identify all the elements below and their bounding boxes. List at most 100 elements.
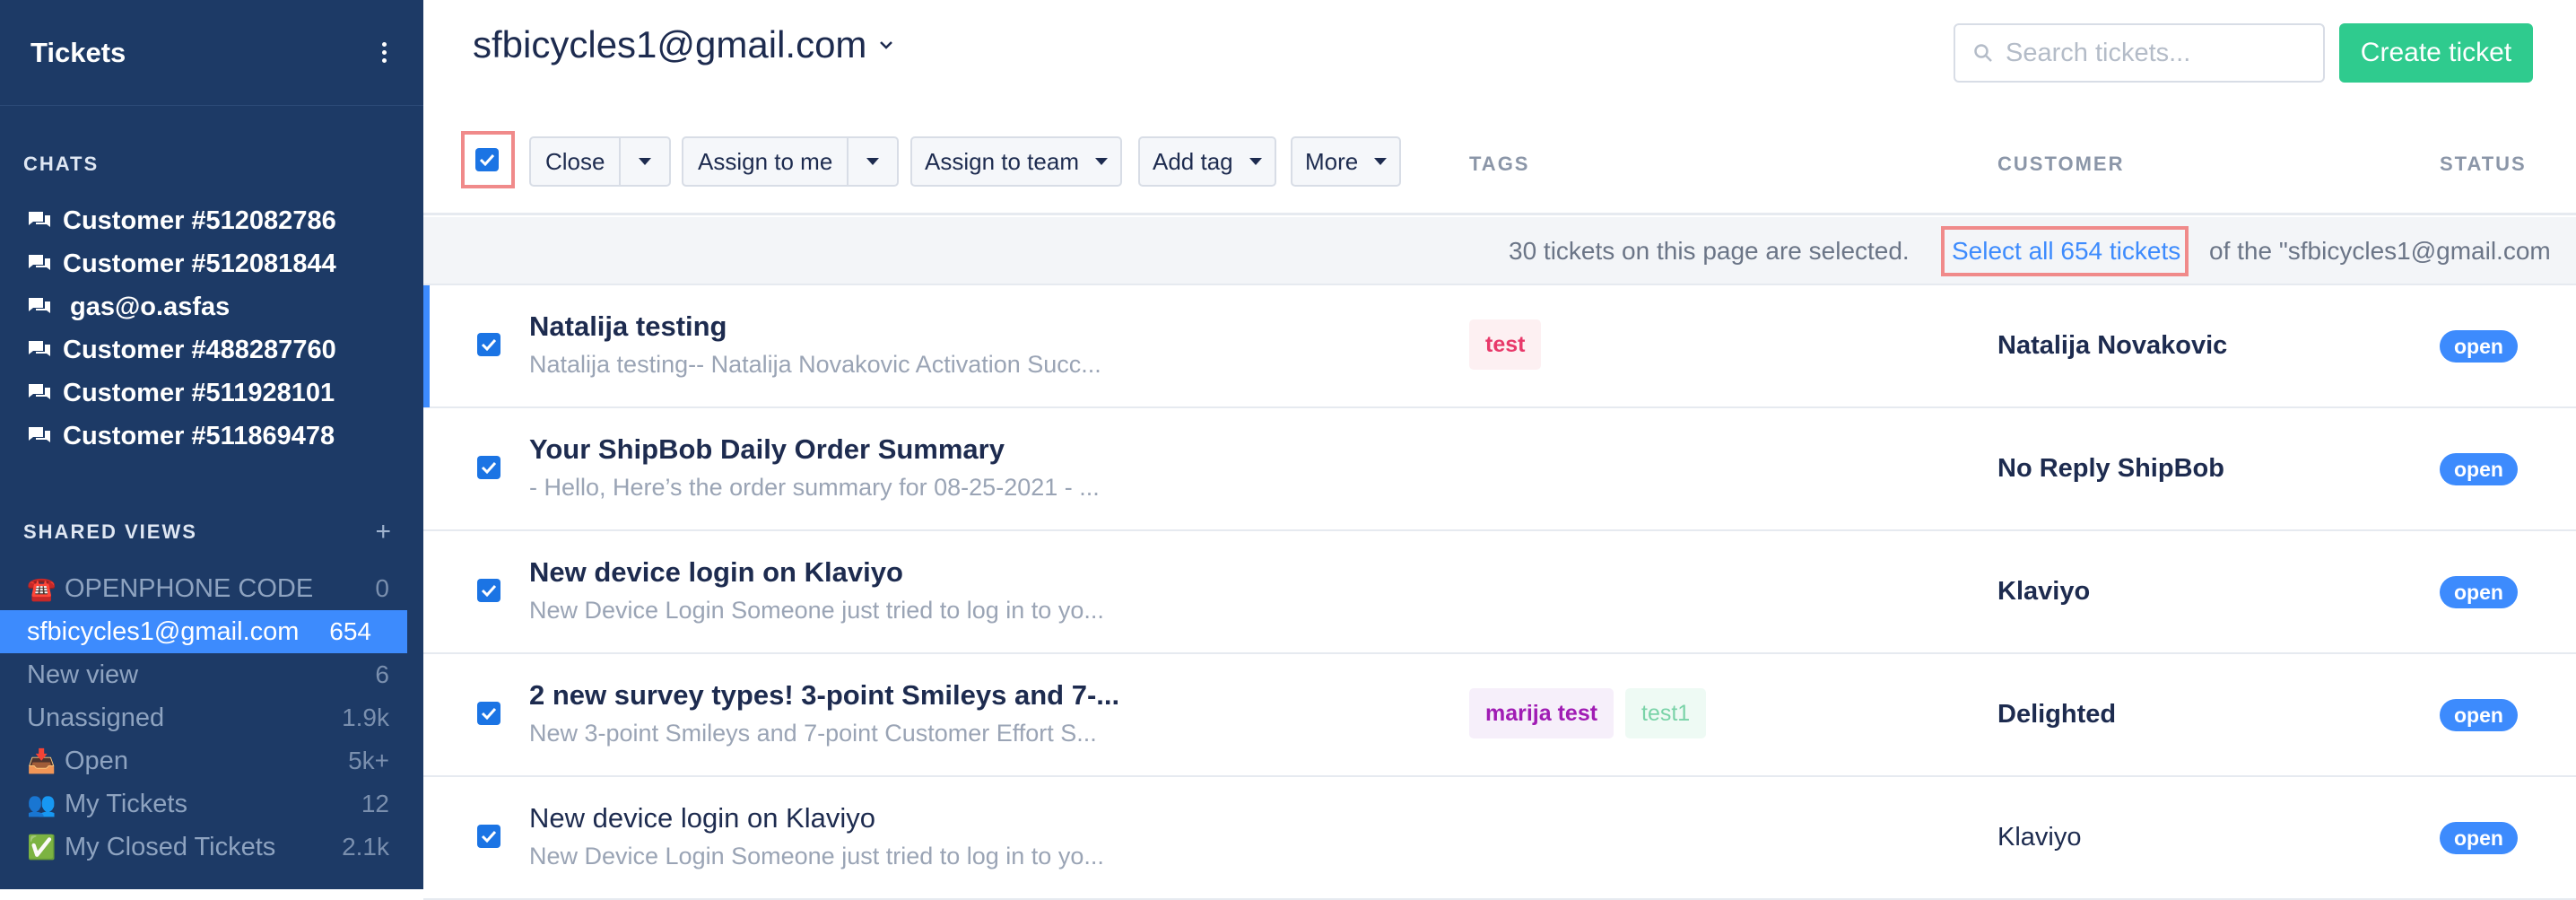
view-label: OPENPHONE CODE [65,573,314,603]
close-button-group: Close [529,136,672,187]
selection-info-bar: 30 tickets on this page are selected. Se… [423,217,2576,285]
tag-badge: test [1469,319,1542,370]
caret-down-icon [1374,158,1388,165]
more-options-icon[interactable] [375,42,393,63]
ticket-row[interactable]: 2 new survey types! 3-point Smileys and … [423,654,2576,777]
customer-name: Natalija Novakovic [1997,331,2228,360]
ticket-snippet: Natalija testing-- Natalija Novakovic Ac… [529,351,1101,378]
check-icon [481,830,497,843]
row-checkbox[interactable] [477,825,500,848]
ticket-row[interactable]: New device login on Klaviyo New Device L… [423,777,2576,900]
chat-item[interactable]: Customer #511869478 [0,415,423,458]
view-label: Unassigned [27,703,165,732]
view-list: ☎️ OPENPHONE CODE 0 sfbicycles1@gmail.com… [0,567,423,869]
chat-bubble-icon [27,424,63,448]
view-count: 12 [361,790,389,817]
view-item-unassigned[interactable]: Unassigned 1.9k [0,696,423,739]
view-label: My Closed Tickets [65,832,276,861]
chat-bubble-icon [27,295,63,319]
search-icon [1974,44,1992,62]
view-count: 654 [329,617,371,645]
customer-column-header[interactable]: CUSTOMER [1997,153,2125,176]
add-tag-dropdown[interactable]: Add tag [1138,136,1276,187]
ticket-snippet: - Hello, Here’s the order summary for 08… [529,474,1100,501]
more-dropdown[interactable]: More [1291,136,1402,187]
status-badge: open [2440,330,2518,363]
search-input[interactable] [2006,38,2293,68]
ticket-row[interactable]: Natalija testing Natalija testing-- Nata… [423,285,2576,408]
telephone-icon: ☎️ [27,574,57,602]
assign-to-me-button[interactable]: Assign to me [683,138,847,185]
chat-item[interactable]: Customer #512081844 [0,242,423,285]
ticket-subject: 2 new survey types! 3-point Smileys and … [529,679,1120,711]
check-icon [479,153,495,166]
caret-down-icon [866,158,880,165]
customer-name: No Reply ShipBob [1997,454,2224,483]
check-icon [481,584,497,597]
assign-to-me-dropdown-toggle[interactable] [847,138,897,185]
view-label: My Tickets [65,789,187,818]
chat-item-label: Customer #511928101 [63,378,335,407]
view-item-sfbicycles[interactable]: sfbicycles1@gmail.com 654 [0,610,407,653]
view-label: Open [65,746,128,775]
chat-item[interactable]: Customer #488287760 [0,328,423,371]
chat-item-label: gas@o.asfas [63,292,231,321]
view-item-my-closed-tickets[interactable]: ✅ My Closed Tickets 2.1k [0,826,423,869]
caret-down-icon [639,158,652,165]
ticket-snippet: New 3-point Smileys and 7-point Customer… [529,720,1097,747]
view-count: 1.9k [342,703,389,731]
ticket-subject: New device login on Klaviyo [529,556,903,588]
account-selector[interactable]: sfbicycles1@gmail.com [473,23,895,66]
view-count: 6 [375,660,389,688]
customer-name: Delighted [1997,700,2117,729]
row-checkbox[interactable] [477,456,500,479]
selection-suffix: of the "sfbicycles1@gmail.com [2209,237,2551,265]
row-checkbox[interactable] [477,579,500,602]
main-content: sfbicycles1@gmail.com Create ticket Clos… [423,0,2576,900]
view-item-open[interactable]: 📥 Open 5k+ [0,739,423,782]
view-count: 5k+ [348,747,389,774]
selection-text: 30 tickets on this page are selected. [1509,237,1910,265]
caret-down-icon [1094,158,1108,165]
assign-to-team-label: Assign to team [925,147,1079,175]
chat-bubble-icon [27,338,63,362]
chat-bubble-icon [27,209,63,232]
add-tag-label: Add tag [1153,147,1233,175]
inbox-tray-icon: 📥 [27,747,57,774]
tags-column-header[interactable]: TAGS [1469,153,1529,176]
chat-list: Customer #512082786 Customer #512081844 … [0,199,423,458]
close-button[interactable]: Close [531,138,619,185]
select-all-checkbox[interactable] [475,148,499,171]
status-badge: open [2440,822,2518,854]
view-item-openphone-code[interactable]: ☎️ OPENPHONE CODE 0 [0,567,423,610]
create-ticket-button[interactable]: Create ticket [2339,23,2533,83]
row-checkbox[interactable] [477,333,500,356]
check-icon [481,461,497,474]
view-item-my-tickets[interactable]: 👥 My Tickets 12 [0,782,423,826]
chat-item[interactable]: Customer #511928101 [0,371,423,415]
tag-badge: marija test [1469,688,1614,738]
chat-item[interactable]: Customer #512082786 [0,199,423,242]
ticket-snippet: New Device Login Someone just tried to l… [529,597,1104,624]
shared-views-label: SHARED VIEWS [23,520,197,543]
view-label: sfbicycles1@gmail.com [27,616,300,646]
assign-to-me-button-group: Assign to me [682,136,900,187]
ticket-subject: Natalija testing [529,310,727,342]
add-view-button[interactable]: + [375,519,391,546]
view-count: 2.1k [342,833,389,861]
ticket-row[interactable]: New device login on Klaviyo New Device L… [423,531,2576,654]
assign-to-team-dropdown[interactable]: Assign to team [910,136,1122,187]
customer-name: Klaviyo [1997,823,2082,852]
view-count: 0 [375,574,389,602]
chat-bubble-icon [27,381,63,405]
status-column-header[interactable]: STATUS [2440,153,2527,176]
chat-item-label: Customer #512081844 [63,249,336,278]
sidebar: Tickets CHATS Customer #512082786 Custom… [0,0,423,889]
close-dropdown-toggle[interactable] [619,138,669,185]
view-item-new-view[interactable]: New view 6 [0,653,423,696]
row-checkbox[interactable] [477,702,500,725]
chat-item[interactable]: gas@o.asfas [0,285,423,328]
chat-item-label: Customer #511869478 [63,421,335,450]
ticket-row[interactable]: Your ShipBob Daily Order Summary - Hello… [423,408,2576,531]
chat-bubble-icon [27,252,63,275]
